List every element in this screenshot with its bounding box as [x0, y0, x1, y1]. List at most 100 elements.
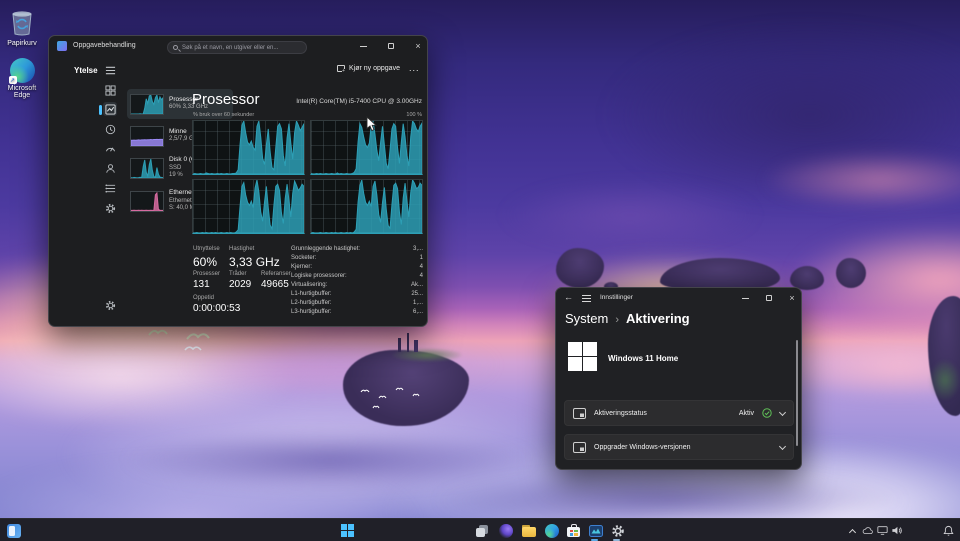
memory-mini-chart — [130, 125, 164, 147]
cpu-detail-row: Socketer: 1 — [291, 255, 423, 261]
file-explorer-button[interactable] — [520, 522, 537, 539]
task-manager-search-input[interactable]: Søk på et navn, en utgiver eller en... — [167, 41, 307, 54]
cpu-core-chart-3 — [192, 179, 305, 234]
more-options-button[interactable]: ... — [409, 63, 420, 73]
task-manager-window: Oppgavebehandling Søk på et navn, en utg… — [48, 35, 428, 327]
status-ok-icon — [762, 408, 772, 418]
island-vegetation — [930, 360, 960, 400]
disk-mini-chart — [130, 157, 164, 179]
breadcrumb-current: Aktivering — [626, 311, 690, 326]
settings-taskbar-button[interactable] — [609, 522, 626, 539]
chat-button[interactable] — [497, 522, 514, 539]
island-castle-spire — [407, 333, 409, 352]
widgets-button[interactable] — [5, 522, 22, 539]
row-label: Aktiveringsstatus — [594, 409, 647, 417]
stat-label: Tråder — [229, 271, 247, 277]
taskbar: Søk 20:16 29.12. — [0, 518, 960, 541]
windows-edition: Windows 11 Home — [608, 354, 679, 363]
run-new-task-button[interactable]: + Kjør ny oppgave — [337, 65, 400, 74]
cpu-model: Intel(R) Core(TM) i5-7400 CPU @ 3.00GHz — [296, 98, 422, 105]
tray-expand-button[interactable] — [846, 524, 859, 537]
nav-app-history[interactable] — [103, 122, 117, 136]
minimize-button[interactable] — [737, 292, 753, 304]
nav-processes[interactable] — [103, 83, 117, 97]
notifications-bell-icon[interactable] — [942, 524, 955, 537]
stat-value: 60% — [193, 255, 218, 269]
cpu-detail-row: Grunnleggende hastighet: 3,... — [291, 246, 423, 252]
island-castle-spire — [398, 338, 401, 352]
activation-status-row[interactable]: Aktiveringsstatus Aktiv — [564, 400, 794, 426]
volume-icon[interactable] — [890, 524, 903, 537]
windows-start-icon — [341, 524, 354, 537]
task-manager-settings-button[interactable] — [103, 298, 117, 312]
task-manager-taskbar-button[interactable] — [587, 522, 604, 539]
cloud-blob — [500, 180, 760, 250]
network-icon[interactable] — [876, 524, 889, 537]
upgrade-windows-row[interactable]: Oppgrader Windows-versjonen — [564, 434, 794, 460]
nav-startup-apps[interactable] — [103, 141, 117, 155]
stat-value: 2029 — [229, 279, 252, 290]
bird-icon — [360, 389, 370, 393]
task-manager-icon — [588, 524, 603, 537]
microsoft-store-button[interactable] — [565, 522, 582, 539]
mouse-cursor — [366, 116, 378, 132]
desktop-icon-recycle-bin[interactable]: Papirkurv — [0, 8, 44, 47]
breadcrumb-parent[interactable]: System — [565, 311, 608, 326]
cpu-core-chart-1 — [192, 120, 305, 175]
store-icon — [567, 524, 580, 537]
stat-label: Referanser — [261, 271, 291, 277]
task-manager-titlebar: Oppgavebehandling Søk på et navn, en utg… — [49, 36, 427, 56]
cpu-detail-row: Virtualisering: Ak... — [291, 282, 423, 288]
minimize-button[interactable] — [355, 40, 371, 52]
nav-services[interactable] — [103, 201, 117, 215]
start-button[interactable] — [339, 522, 356, 539]
new-task-icon: + — [337, 65, 346, 74]
search-placeholder: Søk på et navn, en utgiver eller en... — [182, 44, 279, 51]
desktop-icon-edge[interactable]: ↗ Microsoft Edge — [0, 58, 44, 99]
ethernet-mini-chart — [130, 190, 164, 212]
bird-icon — [372, 405, 380, 409]
settings-titlebar: ← Innstillinger × — [556, 288, 801, 308]
nav-selected-indicator — [99, 105, 102, 115]
stat-value: 131 — [193, 279, 210, 290]
cpu-core-chart-4 — [310, 179, 423, 234]
chat-icon — [498, 523, 513, 538]
widgets-icon — [6, 523, 21, 538]
search-icon — [173, 45, 178, 50]
cpu-detail-row: Kjerner: 4 — [291, 264, 423, 270]
nav-users[interactable] — [103, 161, 117, 175]
maximize-button[interactable] — [383, 40, 399, 52]
task-view-button[interactable] — [474, 522, 491, 539]
nav-performance[interactable] — [103, 102, 117, 116]
stat-value: 3,33 GHz — [229, 255, 280, 269]
bird-icon — [395, 387, 404, 391]
nav-menu-button[interactable] — [582, 295, 591, 302]
page-title: Ytelse — [74, 66, 98, 75]
gear-icon — [611, 524, 624, 537]
nav-details[interactable] — [103, 181, 117, 195]
edge-button[interactable] — [543, 522, 560, 539]
edge-icon — [544, 523, 559, 538]
onedrive-icon[interactable] — [861, 524, 874, 537]
cpu-detail-row: L1-hurtigbuffer: 25... — [291, 291, 423, 297]
bird-icon — [186, 333, 210, 340]
scrollbar[interactable] — [796, 340, 798, 446]
bird-icon — [148, 329, 168, 336]
windows-logo — [568, 342, 597, 371]
breadcrumb: System › Aktivering — [565, 311, 690, 326]
close-button[interactable]: × — [410, 40, 426, 52]
maximize-button[interactable] — [761, 292, 777, 304]
back-button[interactable]: ← — [564, 292, 573, 302]
stat-label: Prosesser — [193, 271, 221, 277]
nav-menu-button[interactable] — [103, 63, 117, 77]
chevron-down-icon — [778, 442, 787, 450]
bird-icon — [184, 346, 202, 351]
close-button[interactable]: × — [784, 292, 800, 304]
island-vegetation — [392, 348, 462, 362]
cpu-mini-chart — [130, 93, 164, 115]
edge-icon: ↗ — [8, 58, 35, 84]
cpu-detail-row: Logiske prosessorer: 4 — [291, 273, 423, 279]
shortcut-arrow-icon: ↗ — [8, 76, 17, 84]
stat-value: 0:00:00:53 — [193, 303, 241, 314]
bird-icon — [412, 393, 420, 397]
